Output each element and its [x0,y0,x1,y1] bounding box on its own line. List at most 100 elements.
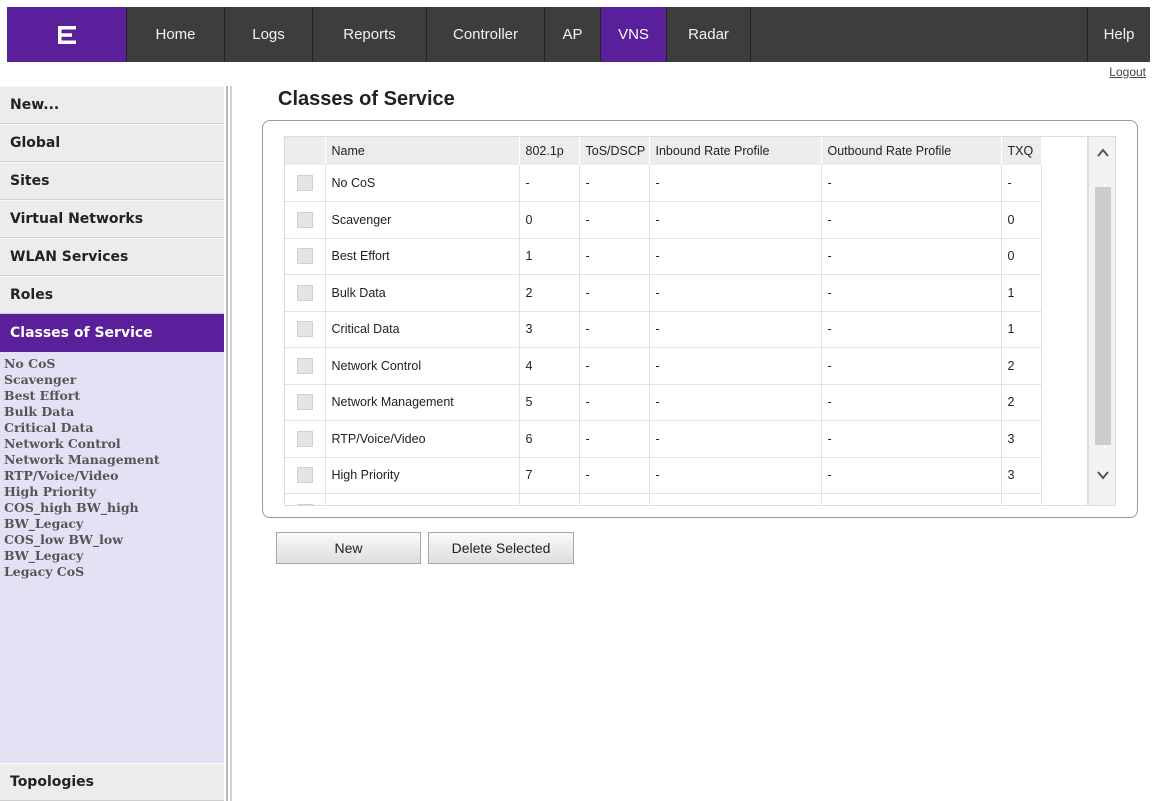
cos-table-container: Name 802.1p ToS/DSCP Inbound Rate Profile Ou… [284,136,1088,506]
table-cell: Network Management [325,384,520,421]
table-cell [579,493,650,505]
table-row[interactable] [285,493,1042,505]
row-checkbox[interactable] [297,503,313,505]
table-cell: 0 [1001,201,1042,239]
table-cell: - [649,347,822,385]
table-cell: - [579,165,650,202]
nav-home[interactable]: Home [127,7,225,62]
table-cell: - [821,311,1002,348]
table-row[interactable]: No CoS - - - - - [285,165,1042,202]
table-cell [325,493,520,505]
nav-help[interactable]: Help [1088,7,1150,62]
table-cell: High Priority [325,457,520,494]
sidebar-subitem[interactable]: Critical Data [4,420,224,436]
table-row[interactable]: Best Effort 1- - -0 [285,238,1042,275]
table-cell: - [821,420,1002,458]
table-scrollbar[interactable] [1088,136,1116,506]
nav-reports[interactable]: Reports [313,7,427,62]
row-checkbox[interactable] [297,321,313,338]
table-cell [821,493,1002,505]
scrollbar-thumb[interactable] [1095,187,1111,445]
checkbox-cell [285,420,326,458]
row-checkbox[interactable] [297,211,313,228]
chevron-down-icon[interactable] [1095,467,1111,483]
chevron-up-icon[interactable] [1095,145,1111,161]
table-cell: - [649,274,822,312]
sidebar-subitem[interactable]: BW_Legacy [4,548,224,564]
table-cell: - [649,311,822,348]
sidebar-subitem[interactable]: Scavenger [4,372,224,388]
sidebar-subitem[interactable]: COS_low BW_low [4,532,224,548]
checkbox-cell [285,238,326,275]
column-header[interactable] [285,137,326,165]
sidebar-subitem[interactable]: Network Management [4,452,224,468]
table-cell: 7 [519,457,580,494]
checkbox-cell [285,311,326,348]
sidebar-item-virtual-networks[interactable]: Virtual Networks [0,200,224,238]
table-cell: - [579,311,650,348]
column-header[interactable]: Inbound Rate Profile [649,137,822,165]
sidebar-splitter[interactable] [226,86,232,801]
nav-ap[interactable]: AP [545,7,601,62]
table-cell: No CoS [325,165,520,202]
extreme-logo-icon[interactable] [7,7,127,62]
sidebar-subitem[interactable]: No CoS [4,356,224,372]
sidebar-item-global[interactable]: Global [0,124,224,162]
table-cell: RTP/Voice/Video [325,420,520,458]
column-header[interactable]: Outbound Rate Profile [821,137,1002,165]
table-row[interactable]: High Priority 7- - -3 [285,457,1042,494]
row-checkbox[interactable] [297,175,313,191]
sidebar-subitem[interactable]: Best Effort [4,388,224,404]
nav-logs[interactable]: Logs [225,7,313,62]
table-cell: - [1001,165,1042,202]
logout-link[interactable]: Logout [1109,65,1146,79]
table-cell [649,493,822,505]
table-row[interactable]: Network Control 4- - -2 [285,347,1042,385]
sidebar-subitem[interactable]: Bulk Data [4,404,224,420]
sidebar-subitem[interactable]: RTP/Voice/Video [4,468,224,484]
table-cell: 2 [1001,347,1042,385]
row-checkbox[interactable] [297,430,313,447]
table-row[interactable]: Critical Data 3- - -1 [285,311,1042,348]
row-checkbox[interactable] [297,394,313,411]
table-cell: 5 [519,384,580,421]
nav-vns[interactable]: VNS [601,7,667,62]
table-row[interactable]: Scavenger 0- - -0 [285,201,1042,239]
sidebar-item-roles[interactable]: Roles [0,276,224,314]
new-button[interactable]: New [276,532,421,564]
table-cell: - [579,384,650,421]
nav-radar[interactable]: Radar [667,7,751,62]
column-header[interactable]: ToS/DSCP [579,137,650,165]
row-checkbox[interactable] [297,248,313,265]
table-cell: 4 [519,347,580,385]
row-checkbox[interactable] [297,467,313,484]
sidebar-item-classes-of-service[interactable]: Classes of Service [0,314,224,352]
sidebar-subitem[interactable]: Network Control [4,436,224,452]
table-cell: 0 [1001,238,1042,275]
sidebar: New... Global Sites Virtual Networks WLAN Se… [0,86,224,801]
column-header[interactable]: Name [325,137,520,165]
table-row[interactable]: Network Management 5- - -2 [285,384,1042,421]
sidebar-subitem[interactable]: Legacy CoS [4,564,224,580]
table-cell: - [579,274,650,312]
sidebar-item-topologies[interactable]: Topologies [0,763,224,801]
cos-table: Name 802.1p ToS/DSCP Inbound Rate Profile Ou… [285,137,1042,505]
table-cell: - [579,201,650,239]
sidebar-item-sites[interactable]: Sites [0,162,224,200]
nav-controller[interactable]: Controller [427,7,545,62]
table-row[interactable]: RTP/Voice/Video 6- - -3 [285,420,1042,458]
row-checkbox[interactable] [297,284,313,301]
checkbox-cell [285,347,326,385]
sidebar-subitem[interactable]: BW_Legacy [4,516,224,532]
table-cell: 1 [1001,274,1042,312]
column-header[interactable]: 802.1p [519,137,580,165]
table-cell: - [821,165,1002,202]
row-checkbox[interactable] [297,357,313,374]
column-header[interactable]: TXQ [1001,137,1042,165]
delete-selected-button[interactable]: Delete Selected [428,532,574,564]
table-row[interactable]: Bulk Data 2- - -1 [285,274,1042,312]
sidebar-subitem[interactable]: High Priority [4,484,224,500]
sidebar-subitem[interactable]: COS_high BW_high [4,500,224,516]
sidebar-item-wlan-services[interactable]: WLAN Services [0,238,224,276]
sidebar-item-new[interactable]: New... [0,86,224,124]
